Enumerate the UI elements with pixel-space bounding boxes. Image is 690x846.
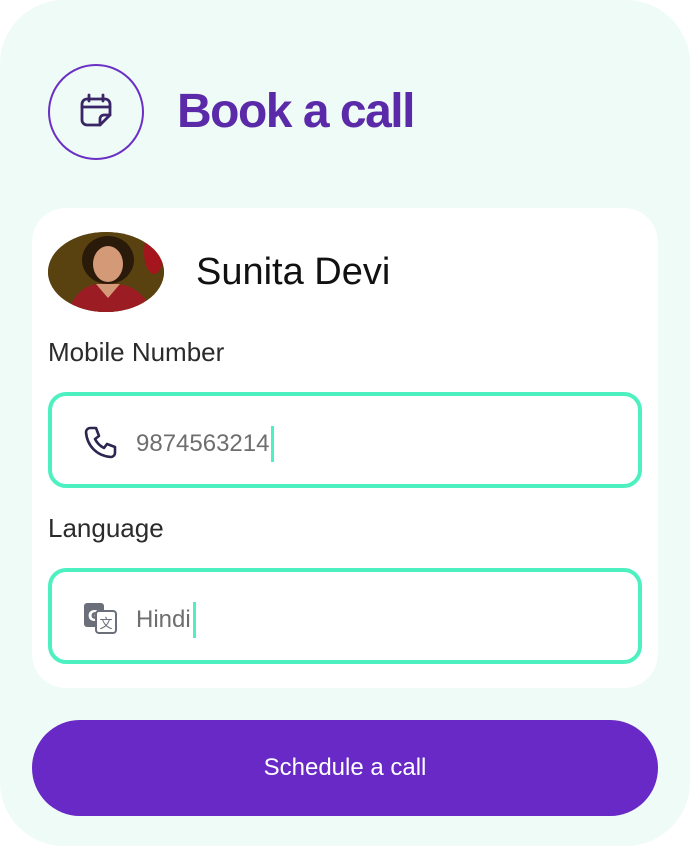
mobile-number-field[interactable]: 9874563214 — [48, 392, 642, 488]
calendar-icon — [80, 93, 112, 127]
language-label: Language — [48, 513, 164, 543]
svg-text:文: 文 — [99, 617, 112, 632]
page-title: Book a call — [177, 85, 415, 138]
contact-name: Sunita Devi — [196, 251, 391, 293]
language-value: Hindi — [136, 606, 191, 633]
avatar — [48, 232, 164, 312]
mobile-number-label: Mobile Number — [48, 337, 225, 367]
schedule-call-button[interactable]: Schedule a call — [32, 720, 658, 816]
language-input[interactable]: Hindi — [136, 602, 196, 638]
booking-card: Book a call Sunita Devi Mobile Number 98… — [0, 0, 690, 846]
language-field[interactable]: G 文 Hindi — [48, 568, 642, 664]
mobile-number-value: 9874563214 — [136, 430, 270, 457]
translate-icon: G 文 — [84, 603, 117, 634]
schedule-call-label: Schedule a call — [263, 754, 427, 781]
mobile-number-input[interactable]: 9874563214 — [136, 426, 275, 462]
calendar-icon-circle — [48, 64, 144, 160]
text-caret — [192, 602, 196, 638]
text-caret — [271, 426, 275, 462]
phone-icon — [84, 426, 117, 459]
